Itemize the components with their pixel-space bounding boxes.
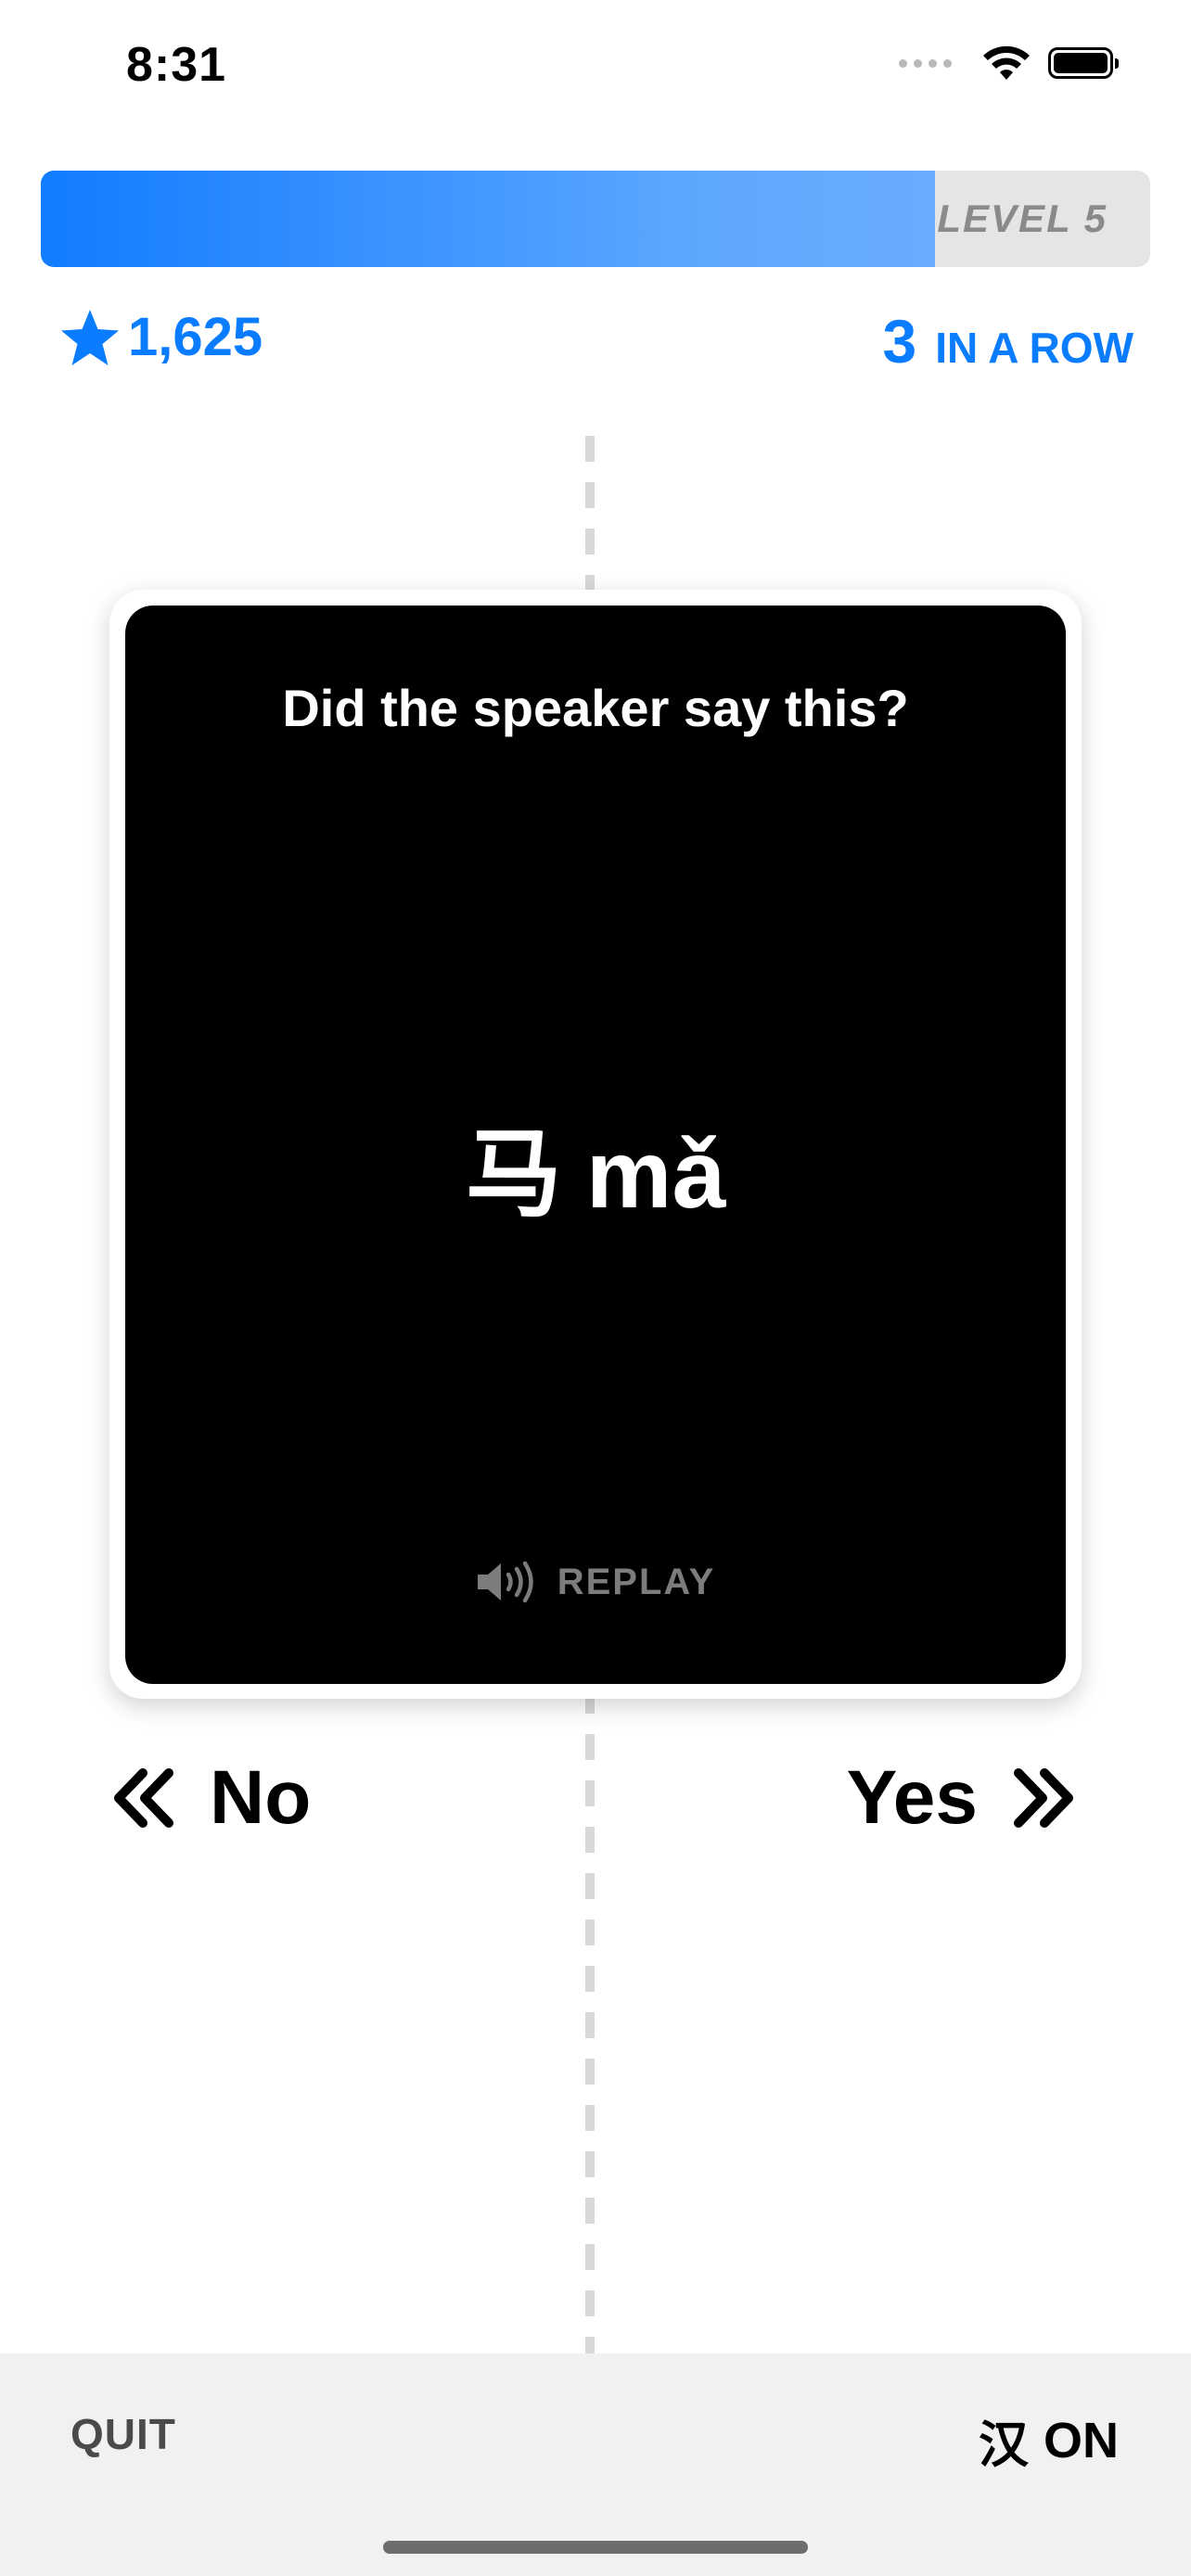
battery-icon	[1048, 47, 1119, 79]
question-card[interactable]: Did the speaker say this? 马 mǎ REPLAY	[125, 606, 1066, 1684]
status-icons	[899, 45, 1119, 82]
streak-label: IN A ROW	[935, 324, 1133, 372]
replay-label: REPLAY	[557, 1561, 716, 1602]
level-progress-fill	[41, 171, 935, 267]
level-progress-bar: LEVEL 5	[41, 171, 1150, 267]
star-icon	[61, 309, 119, 365]
hanzi-toggle[interactable]: 汉 ON	[979, 2404, 1119, 2477]
score-display: 1,625	[59, 306, 263, 368]
score-value: 1,625	[128, 307, 263, 367]
bottom-toolbar: QUIT 汉 ON	[0, 2353, 1191, 2576]
no-label: No	[210, 1755, 312, 1840]
card-word: 马 mǎ	[125, 1095, 1066, 1235]
card-hanzi: 马	[465, 1117, 562, 1231]
home-indicator	[383, 2541, 808, 2554]
streak-count: 3	[882, 307, 917, 376]
streak-display: 3 IN A ROW	[882, 306, 1133, 376]
no-button[interactable]: No	[111, 1754, 311, 1842]
speaker-icon	[477, 1561, 533, 1603]
level-label: LEVEL 5	[937, 197, 1108, 240]
yes-button[interactable]: Yes	[847, 1754, 1076, 1842]
quit-button[interactable]: QUIT	[70, 2409, 176, 2459]
replay-button[interactable]: REPLAY	[125, 1561, 1066, 1603]
card-pinyin: mǎ	[585, 1121, 726, 1229]
double-chevron-right-icon	[1014, 1768, 1073, 1828]
hanzi-toggle-state: ON	[1044, 2412, 1119, 2468]
cellular-signal-icon	[899, 58, 952, 68]
wifi-icon	[983, 45, 1030, 80]
yes-label: Yes	[846, 1755, 978, 1840]
status-time: 8:31	[126, 38, 227, 92]
hanzi-toggle-glyph: 汉	[979, 2416, 1029, 2474]
card-prompt: Did the speaker say this?	[282, 679, 909, 737]
double-chevron-left-icon	[114, 1768, 173, 1828]
